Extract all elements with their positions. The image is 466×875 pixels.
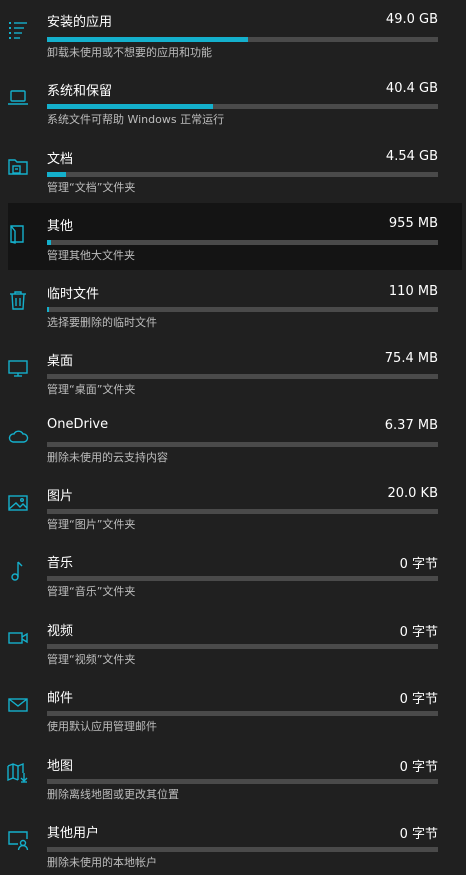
usage-bar — [47, 172, 438, 177]
usage-bar — [47, 509, 438, 514]
storage-item-size: 49.0 GB — [385, 12, 438, 27]
storage-item-desktop[interactable]: 桌面 75.4 MB 管理“桌面”文件夹 — [0, 338, 466, 405]
laptop-icon — [7, 86, 29, 108]
storage-item-name: 安装的应用 — [47, 15, 113, 30]
storage-item-description: 删除未使用的本地帐户 — [47, 856, 157, 869]
usage-bar — [47, 307, 438, 312]
storage-item-pictures[interactable]: 图片 20.0 KB 管理“图片”文件夹 — [0, 473, 466, 540]
usage-bar — [47, 847, 438, 852]
storage-item-description: 删除离线地图或更改其位置 — [47, 788, 179, 801]
usage-bar-fill — [47, 172, 66, 177]
storage-item-videos[interactable]: 视频 0 字节 管理“视频”文件夹 — [0, 608, 466, 675]
storage-item-size: 4.54 GB — [385, 149, 438, 164]
storage-item-other[interactable]: 其他 955 MB 管理其他大文件夹 — [8, 203, 462, 270]
storage-item-description: 使用默认应用管理邮件 — [47, 720, 157, 733]
storage-item-name: 临时文件 — [47, 287, 100, 302]
storage-item-description: 系统文件可帮助 Windows 正常运行 — [47, 113, 225, 126]
usage-bar — [47, 37, 438, 42]
storage-item-size: 0 字节 — [399, 557, 438, 572]
storage-item-name: 桌面 — [47, 354, 74, 369]
usage-bar — [47, 240, 438, 245]
other-users-icon — [7, 829, 29, 851]
usage-bar-fill — [47, 240, 51, 245]
storage-item-description: 卸载未使用或不想要的应用和功能 — [47, 46, 212, 59]
storage-item-size: 0 字节 — [399, 692, 438, 707]
usage-bar — [47, 644, 438, 649]
usage-bar — [47, 779, 438, 784]
storage-item-system-reserved[interactable]: 系统和保留 40.4 GB 系统文件可帮助 Windows 正常运行 — [0, 67, 466, 134]
storage-item-size: 110 MB — [388, 284, 438, 299]
storage-item-documents[interactable]: 文档 4.54 GB 管理“文档”文件夹 — [0, 135, 466, 202]
storage-item-description: 管理其他大文件夹 — [47, 249, 135, 262]
usage-bar-fill — [47, 307, 50, 312]
storage-item-name: 系统和保留 — [47, 84, 113, 99]
usage-bar — [47, 442, 438, 447]
storage-item-name: 视频 — [47, 624, 74, 639]
storage-item-installed-apps[interactable]: 安装的应用 49.0 GB 卸载未使用或不想要的应用和功能 — [0, 0, 466, 67]
apps-list-icon — [7, 19, 29, 41]
desktop-monitor-icon — [7, 357, 29, 379]
picture-icon — [7, 492, 29, 514]
storage-item-name: 音乐 — [47, 556, 74, 571]
usage-bar — [47, 374, 438, 379]
documents-folder-icon — [7, 155, 29, 177]
storage-item-size: 0 字节 — [399, 827, 438, 842]
storage-item-size: 40.4 GB — [385, 81, 438, 96]
storage-item-description: 管理“视频”文件夹 — [47, 653, 136, 666]
cloud-icon — [7, 425, 29, 447]
trash-icon — [7, 289, 29, 311]
storage-item-name: 邮件 — [47, 691, 74, 706]
usage-bar-fill — [47, 37, 249, 42]
storage-item-size: 0 字节 — [399, 760, 438, 775]
mail-envelope-icon — [7, 694, 29, 716]
storage-item-name: 图片 — [47, 489, 74, 504]
storage-item-description: 管理“音乐”文件夹 — [47, 585, 136, 598]
storage-item-other-users[interactable]: 其他用户 0 字节 删除未使用的本地帐户 — [0, 810, 466, 875]
map-icon — [7, 761, 29, 783]
music-note-icon — [7, 560, 29, 582]
storage-item-temp-files[interactable]: 临时文件 110 MB 选择要删除的临时文件 — [0, 270, 466, 337]
storage-item-name: 其他用户 — [47, 826, 100, 841]
storage-item-name: 文档 — [47, 152, 74, 167]
usage-bar-fill — [47, 104, 214, 109]
storage-item-size: 20.0 KB — [387, 486, 438, 501]
storage-item-maps[interactable]: 地图 0 字节 删除离线地图或更改其位置 — [0, 743, 466, 810]
storage-item-mail[interactable]: 邮件 0 字节 使用默认应用管理邮件 — [0, 675, 466, 742]
storage-item-name: OneDrive — [47, 417, 109, 432]
usage-bar — [47, 711, 438, 716]
storage-item-size: 6.37 MB — [384, 418, 438, 433]
storage-item-name: 地图 — [47, 759, 74, 774]
usage-bar — [47, 576, 438, 581]
storage-item-description: 删除未使用的云支持内容 — [47, 451, 168, 464]
storage-item-description: 管理“图片”文件夹 — [47, 518, 136, 531]
storage-item-size: 0 字节 — [399, 625, 438, 640]
usage-bar — [47, 104, 438, 109]
storage-item-onedrive[interactable]: OneDrive 6.37 MB 删除未使用的云支持内容 — [0, 405, 466, 472]
storage-item-description: 选择要删除的临时文件 — [47, 316, 157, 329]
storage-item-size: 955 MB — [388, 216, 438, 231]
storage-item-name: 其他 — [47, 219, 74, 234]
other-files-icon — [7, 223, 29, 245]
storage-item-description: 管理“桌面”文件夹 — [47, 383, 136, 396]
storage-item-music[interactable]: 音乐 0 字节 管理“音乐”文件夹 — [0, 540, 466, 607]
storage-item-size: 75.4 MB — [384, 351, 438, 366]
video-camera-icon — [7, 627, 29, 649]
storage-item-description: 管理“文档”文件夹 — [47, 181, 136, 194]
